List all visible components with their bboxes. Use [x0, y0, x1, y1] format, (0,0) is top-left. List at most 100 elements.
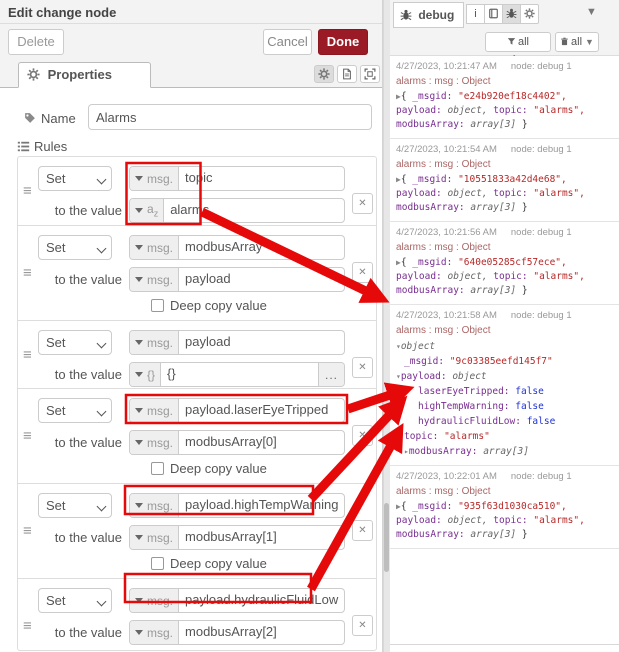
to-value-label: to the value: [18, 272, 122, 287]
remove-rule-button[interactable]: ✕: [352, 520, 373, 541]
value-type-button[interactable]: msg.: [130, 621, 179, 644]
chevron-down-icon: [135, 630, 143, 635]
rule-property-field[interactable]: msg. payload.laserEyeTripped: [129, 398, 345, 423]
debug-sidebar: debug i ▼ all nodes▼ all▼ 4/27/2023, 10:…: [390, 0, 619, 652]
remove-rule-button[interactable]: ✕: [352, 615, 373, 636]
rule-value-field[interactable]: {} {} ...: [129, 362, 345, 387]
deep-copy-checkbox[interactable]: [151, 557, 164, 570]
rule-value-field[interactable]: msg. modbusArray[1]: [129, 525, 345, 550]
property-type-button[interactable]: msg.: [130, 167, 179, 190]
dialog-toolbar: Delete Cancel Done: [0, 24, 382, 60]
message-json-preview: ▶{ _msgid: "e24b920ef18c4402", payload: …: [396, 90, 613, 132]
rule-property-field[interactable]: msg. payload.hydraulicFluidLow: [129, 588, 345, 613]
expand-editor-button[interactable]: ...: [318, 363, 344, 386]
scrollbar-thumb[interactable]: [384, 503, 389, 572]
rule-value-field[interactable]: msg. payload: [129, 267, 345, 292]
remove-rule-button[interactable]: ✕: [352, 357, 373, 378]
debug-message: 4/27/2023, 10:21:47 AMnode: debug 1 alar…: [390, 56, 619, 139]
property-type-button[interactable]: msg.: [130, 589, 179, 612]
done-button[interactable]: Done: [318, 29, 368, 55]
chevron-down-icon[interactable]: ▼: [586, 6, 597, 18]
rule-action-select[interactable]: Set: [38, 493, 112, 518]
message-node: node: debug 1: [511, 310, 572, 321]
page-title: Edit change node: [8, 5, 116, 20]
message-node: node: debug 1: [511, 471, 572, 482]
tab-debug[interactable]: debug: [393, 2, 464, 28]
clear-messages-button[interactable]: all▼: [555, 32, 599, 52]
tab-properties[interactable]: Properties: [18, 62, 151, 88]
book-icon: [488, 8, 499, 19]
node-appearance-button[interactable]: [360, 65, 380, 83]
filter-nodes-button[interactable]: all nodes▼: [485, 32, 551, 52]
rule-action-select[interactable]: Set: [38, 588, 112, 613]
rule-value-field[interactable]: az alarms: [129, 198, 345, 223]
rule-action-select[interactable]: Set: [38, 398, 112, 423]
deep-copy-checkbox[interactable]: [151, 462, 164, 475]
rule-row-2: ≡ Set msg. modbusArray ✕ to the value ms…: [18, 225, 376, 320]
value-type-button[interactable]: msg.: [130, 431, 179, 454]
chevron-down-icon: [135, 598, 143, 603]
rules-label: Rules: [17, 139, 67, 154]
rule-property-field[interactable]: msg. payload.highTempWarning: [129, 493, 345, 518]
message-topic: alarms : msg : Object: [396, 76, 613, 87]
name-input[interactable]: [88, 104, 372, 130]
property-type-button[interactable]: msg.: [130, 236, 179, 259]
chevron-down-icon: [97, 339, 107, 349]
drag-handle-icon[interactable]: ≡: [23, 346, 32, 363]
deep-copy-row: Deep copy value: [151, 556, 267, 571]
property-type-button[interactable]: msg.: [130, 331, 179, 354]
name-label: Name: [24, 111, 76, 126]
value-type-button[interactable]: msg.: [130, 526, 179, 549]
value-type-button[interactable]: {}: [130, 363, 161, 386]
rule-action-select[interactable]: Set: [38, 235, 112, 260]
delete-button[interactable]: Delete: [8, 29, 64, 55]
rule-property-field[interactable]: msg. topic: [129, 166, 345, 191]
message-topic: alarms : msg : Object: [396, 486, 613, 497]
rule-action-select[interactable]: Set: [38, 330, 112, 355]
node-description-button[interactable]: [337, 65, 357, 83]
deep-copy-row: Deep copy value: [151, 461, 267, 476]
edit-change-node-dialog: Edit change node Delete Cancel Done Prop…: [0, 0, 383, 652]
property-type-button[interactable]: msg.: [130, 494, 179, 517]
message-node: node: debug 1: [511, 144, 572, 155]
rule-value-field[interactable]: msg. modbusArray[2]: [129, 620, 345, 645]
dialog-header: Edit change node: [0, 0, 382, 24]
info-tab-button[interactable]: i: [466, 4, 485, 24]
sidebar-header: debug i ▼ all nodes▼ all▼: [390, 0, 619, 56]
debug-message: 4/27/2023, 10:21:54 AM node: debug 1 alar…: [390, 139, 619, 222]
gear-icon: [318, 68, 330, 80]
message-topic: alarms : msg : Object: [396, 159, 613, 170]
node-properties-button[interactable]: [314, 65, 334, 83]
message-topic: alarms : msg : Object: [396, 242, 613, 253]
debug-tab-button[interactable]: [502, 4, 521, 24]
message-json-tree: ▾object _msgid: "9c03385eefd145f7" ▾payl…: [396, 339, 613, 459]
chevron-down-icon: ▼: [585, 37, 594, 47]
value-type-button[interactable]: az: [130, 199, 164, 222]
message-timestamp: 4/27/2023, 10:21:54 AM: [396, 144, 497, 155]
funnel-icon: [507, 37, 516, 46]
remove-rule-button[interactable]: ✕: [352, 425, 373, 446]
chevron-down-icon: [135, 408, 143, 413]
chevron-down-icon: [135, 277, 143, 282]
chevron-down-icon: [135, 340, 143, 345]
deep-copy-checkbox[interactable]: [151, 299, 164, 312]
rule-action-select[interactable]: Set: [38, 166, 112, 191]
rule-row-6: ≡ Set msg. payload.hydraulicFluidLow ✕ t…: [18, 578, 376, 651]
config-tab-button[interactable]: [520, 4, 539, 24]
cancel-button[interactable]: Cancel: [263, 29, 312, 55]
chevron-down-icon: [97, 502, 107, 512]
tab-properties-label: Properties: [48, 67, 112, 82]
drag-handle-icon[interactable]: ≡: [23, 183, 32, 200]
message-timestamp: 4/27/2023, 10:22:01 AM: [396, 471, 497, 482]
deep-copy-row: Deep copy value: [151, 298, 267, 313]
help-tab-button[interactable]: [484, 4, 503, 24]
rule-property-field[interactable]: msg. modbusArray: [129, 235, 345, 260]
property-type-button[interactable]: msg.: [130, 399, 179, 422]
rule-row-5: ≡ Set msg. payload.highTempWarning ✕ to …: [18, 483, 376, 578]
rule-property-field[interactable]: msg. payload: [129, 330, 345, 355]
remove-rule-button[interactable]: ✕: [352, 193, 373, 214]
remove-rule-button[interactable]: ✕: [352, 262, 373, 283]
rule-value-field[interactable]: msg. modbusArray[0]: [129, 430, 345, 455]
value-type-button[interactable]: msg.: [130, 268, 179, 291]
to-value-label: to the value: [18, 435, 122, 450]
